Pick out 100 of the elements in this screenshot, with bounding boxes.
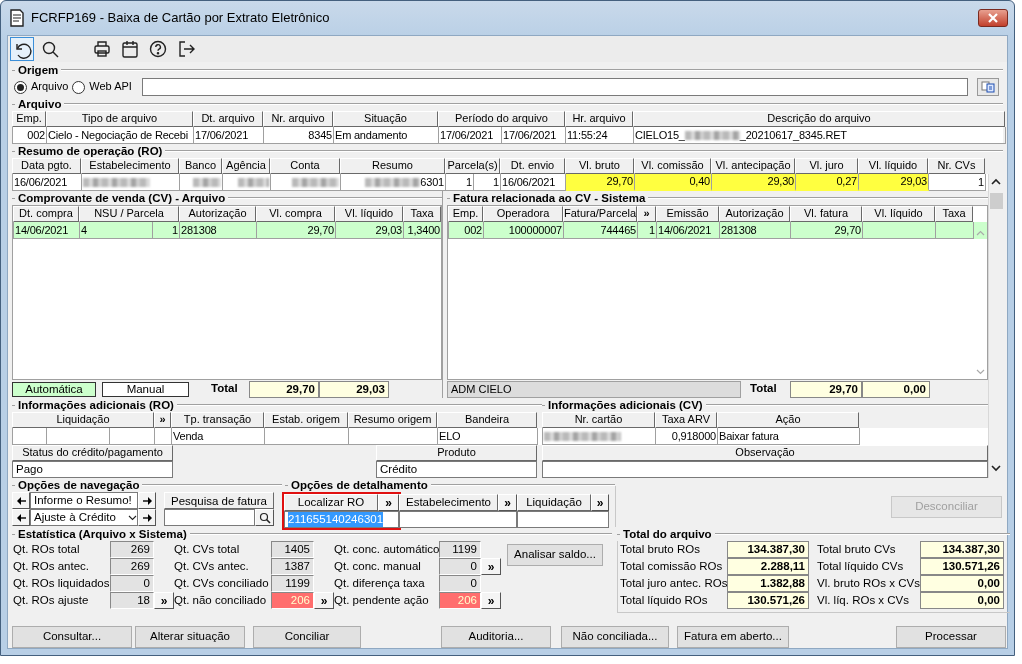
radio-button[interactable] xyxy=(14,80,27,94)
table-cell: 14/06/2021 xyxy=(14,222,80,239)
table-cell: 281308 xyxy=(720,222,791,239)
radio-label[interactable]: Web API xyxy=(89,80,132,94)
column-header: Dt. compra xyxy=(13,206,79,222)
navigation-field[interactable]: Informe o Resumo! xyxy=(30,492,138,509)
next-button[interactable] xyxy=(138,509,156,526)
mode-button[interactable]: Automática xyxy=(12,381,96,397)
stat-label: Qt. pendente ação xyxy=(334,593,430,608)
next-button[interactable] xyxy=(138,492,156,509)
column-header: Vl. compra xyxy=(256,206,335,222)
caret-down-icon xyxy=(128,514,137,521)
undo-button[interactable] xyxy=(10,37,34,61)
table-cell: 0,27 xyxy=(796,174,859,191)
detail-field[interactable] xyxy=(517,511,609,528)
stat-label: Qt. não conciliado xyxy=(174,593,268,608)
operator-field: ADM CIELO xyxy=(447,380,741,398)
table-cell: 29,30 xyxy=(712,174,796,191)
column-header: Situação xyxy=(333,111,438,127)
table-cell: 16/06/2021 xyxy=(13,174,82,191)
total-label: Total xyxy=(211,382,239,396)
column-header: Conta xyxy=(270,158,340,174)
close-button[interactable] xyxy=(978,9,1008,27)
expand-button[interactable]: » xyxy=(498,494,517,511)
column-header: Taxa xyxy=(403,206,441,222)
group-title: Comprovante de venda (CV) - Arquivo xyxy=(17,191,227,205)
previous-button[interactable] xyxy=(12,492,30,509)
expand-button[interactable]: » xyxy=(481,558,501,575)
window-title: FCRFP169 - Baixa de Cartão por Extrato Eletrônico xyxy=(31,10,331,26)
table-cell: 1 xyxy=(474,174,501,191)
table-cell: 17/06/2021 xyxy=(502,127,566,144)
total-value: 2.288,11 xyxy=(727,558,809,575)
path-field[interactable] xyxy=(141,78,968,96)
total-label: Total xyxy=(750,382,778,396)
total-label: Vl. líq. ROs x CVs xyxy=(817,593,911,608)
total-label: Total bruto ROs xyxy=(620,542,701,557)
stat-label: Qt. ROs ajuste xyxy=(13,593,90,608)
action-button[interactable]: Auditoria... xyxy=(441,626,551,648)
radio-button[interactable] xyxy=(72,80,86,94)
stat-label: Qt. CVs total xyxy=(174,542,241,557)
column-header: Nr. CVs xyxy=(928,158,985,174)
mode-button[interactable]: Manual xyxy=(102,381,189,397)
table-cell: 281308 xyxy=(180,222,257,239)
column-header: Tipo de arquivo xyxy=(46,111,193,127)
previous-button[interactable] xyxy=(12,509,30,526)
dropdown-field[interactable]: Ajuste à Crédito xyxy=(30,509,138,526)
column-header: Taxa ARV xyxy=(655,412,717,428)
total-label: Total líquido CVs xyxy=(817,559,905,574)
total-label: Total comissão ROs xyxy=(620,559,724,574)
browse-button[interactable] xyxy=(977,78,999,96)
expand-button[interactable]: » xyxy=(154,412,171,428)
stat-label: Qt. ROs antec. xyxy=(13,559,91,574)
column-header: Vl. líquido xyxy=(858,158,928,174)
search-button[interactable] xyxy=(255,509,274,526)
scrollbar-thumb[interactable] xyxy=(989,193,1003,209)
column-header: Resumo origem xyxy=(348,412,437,428)
action-button[interactable]: Conciliar xyxy=(253,626,361,648)
stat-label: Qt. CVs antec. xyxy=(174,559,250,574)
analyze-balance-button[interactable]: Analisar saldo... xyxy=(507,544,603,566)
action-button[interactable]: Fatura em aberto... xyxy=(677,626,789,648)
column-header: Produto xyxy=(376,445,537,461)
column-header: Bandeira xyxy=(437,412,537,428)
expand-button[interactable]: » xyxy=(637,206,656,222)
action-button[interactable]: Alterar situação xyxy=(135,626,245,648)
search-invoice-button[interactable]: Pesquisa de fatura xyxy=(164,492,274,509)
column-header: Status do crédito/pagamento xyxy=(12,445,173,461)
invoice-field[interactable] xyxy=(164,509,255,526)
expand-button[interactable]: » xyxy=(481,592,501,609)
action-button[interactable]: Processar xyxy=(896,626,1006,648)
column-header: Operadora xyxy=(483,206,563,222)
stat-value: 1199 xyxy=(271,575,314,592)
total-value: 0,00 xyxy=(920,575,1004,592)
stat-label: Qt. ROs liquidados xyxy=(13,576,110,591)
detail-field[interactable] xyxy=(399,511,517,528)
column-header: Fatura/Parcela xyxy=(563,206,637,222)
table-cell: Em andamento xyxy=(334,127,439,144)
expand-button[interactable]: » xyxy=(154,592,174,609)
stat-value: 1199 xyxy=(439,541,481,558)
column-header: Autorização xyxy=(719,206,790,222)
table-cell: 8345 xyxy=(264,127,334,144)
table-cell: 002 xyxy=(13,127,47,144)
action-button[interactable]: Consultar... xyxy=(12,626,132,648)
observation-field[interactable] xyxy=(542,461,988,478)
expand-button[interactable]: » xyxy=(314,592,334,609)
search-icon xyxy=(258,511,271,524)
expand-button[interactable]: » xyxy=(591,494,609,511)
expand-button[interactable]: » xyxy=(378,494,399,511)
column-header: Liquidação xyxy=(517,494,591,511)
total-value: 130.571,26 xyxy=(727,592,809,609)
column-header: Vl. fatura xyxy=(790,206,862,222)
field-value: 211655140246301 xyxy=(288,512,384,527)
action-button[interactable]: Não conciliada... xyxy=(561,626,669,648)
total-value: 0,00 xyxy=(920,592,1004,609)
table-cell: 11:55:24 xyxy=(566,127,634,144)
dropdown-value: Ajuste à Crédito xyxy=(34,510,116,525)
radio-label[interactable]: Arquivo xyxy=(31,80,69,94)
chevron-down-icon xyxy=(976,369,985,375)
table-cell: 14/06/2021 xyxy=(657,222,720,239)
stat-value: 0 xyxy=(439,558,481,575)
stat-value: 0 xyxy=(110,575,154,592)
